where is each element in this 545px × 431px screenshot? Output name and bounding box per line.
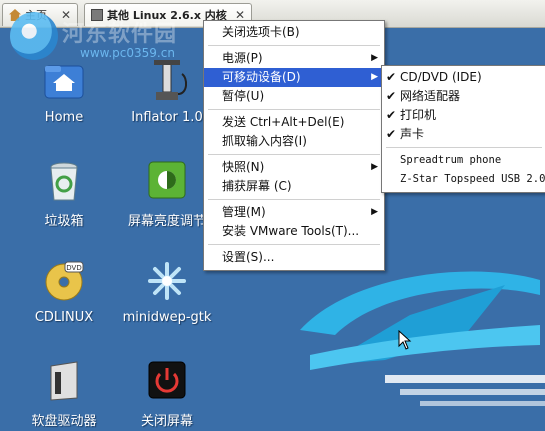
menu-item-label: 快照(N) <box>222 160 265 174</box>
menu-item-label: 可移动设备(D) <box>222 70 301 84</box>
home-folder-icon <box>41 58 87 104</box>
desktop-icon-label: Home <box>44 110 84 125</box>
menu-separator <box>386 147 542 148</box>
wallpaper-logo <box>300 271 545 406</box>
power-icon <box>144 358 190 404</box>
menu-separator <box>208 199 380 200</box>
menu-item-label: 抓取输入内容(I) <box>222 134 307 148</box>
device-sound-card[interactable]: ✔ 声卡 <box>382 125 545 144</box>
desktop-icon-floppy[interactable]: 软盘驱动器 <box>9 358 119 429</box>
menu-separator <box>208 244 380 245</box>
wifi-star-icon <box>144 258 190 304</box>
device-zstar-usb[interactable]: Z-Star Topspeed USB 2.0 ( <box>382 170 545 189</box>
menu-item-snapshot[interactable]: 快照(N) ▶ <box>204 158 384 177</box>
watermark-logo-icon <box>10 12 58 60</box>
desktop-icon-cdlinux[interactable]: DVD CDLINUX <box>9 258 119 325</box>
desktop-icon-home[interactable]: Home <box>9 58 119 125</box>
checkmark-icon: ✔ <box>386 89 397 103</box>
device-label: 网络适配器 <box>400 89 461 103</box>
vm-context-menu: 关闭选项卡(B) 电源(P) ▶ 可移动设备(D) ▶ 暂停(U) 发送 Ctrl+… <box>203 20 385 271</box>
menu-item-label: 管理(M) <box>222 205 266 219</box>
menu-item-grab-input[interactable]: 抓取输入内容(I) <box>204 132 384 151</box>
desktop-icon-label: 垃圾箱 <box>44 214 84 229</box>
desktop-icon-label: CDLINUX <box>34 310 94 325</box>
mouse-cursor-icon <box>398 330 412 350</box>
device-printer[interactable]: ✔ 打印机 <box>382 106 545 125</box>
menu-item-label: 设置(S)... <box>222 250 275 264</box>
checkmark-icon: ✔ <box>386 108 397 122</box>
device-label: 声卡 <box>400 127 425 141</box>
device-network-adapter[interactable]: ✔ 网络适配器 <box>382 87 545 106</box>
menu-item-close-tab[interactable]: 关闭选项卡(B) <box>204 23 384 42</box>
desktop-icon-label: 关闭屏幕 <box>140 414 193 429</box>
desktop-icon-trash[interactable]: 垃圾箱 <box>9 158 119 229</box>
device-label: Spreadtrum phone <box>400 154 502 166</box>
desktop-icon-label: 软盘驱动器 <box>31 414 97 429</box>
menu-item-label: 发送 Ctrl+Alt+Del(E) <box>222 115 345 129</box>
device-label: 打印机 <box>400 108 437 122</box>
device-label: CD/DVD (IDE) <box>400 70 482 84</box>
trash-icon <box>41 158 87 204</box>
inflator-pump-icon <box>144 58 190 104</box>
floppy-drive-icon <box>41 358 87 404</box>
svg-text:DVD: DVD <box>66 264 81 272</box>
device-label: Z-Star Topspeed USB 2.0 ( <box>400 173 545 185</box>
menu-item-label: 关闭选项卡(B) <box>222 25 300 39</box>
dvd-disc-icon: DVD <box>41 258 87 304</box>
checkmark-icon: ✔ <box>386 70 397 84</box>
menu-item-label: 电源(P) <box>222 51 263 65</box>
menu-item-power[interactable]: 电源(P) ▶ <box>204 49 384 68</box>
submenu-arrow-icon: ▶ <box>371 207 378 217</box>
menu-item-removable-devices[interactable]: 可移动设备(D) ▶ <box>204 68 384 87</box>
menu-separator <box>208 45 380 46</box>
menu-separator <box>208 154 380 155</box>
removable-devices-submenu: ✔ CD/DVD (IDE) ✔ 网络适配器 ✔ 打印机 ✔ 声卡 Spreadtrum… <box>381 65 545 193</box>
device-spreadtrum-phone[interactable]: Spreadtrum phone <box>382 151 545 170</box>
brightness-icon <box>144 158 190 204</box>
menu-item-install-vmware-tools[interactable]: 安装 VMware Tools(T)... <box>204 222 384 241</box>
menu-separator <box>208 109 380 110</box>
menu-item-capture-screen[interactable]: 捕获屏幕 (C) <box>204 177 384 196</box>
watermark-name: 河东软件园 <box>62 22 178 47</box>
device-cd-dvd[interactable]: ✔ CD/DVD (IDE) <box>382 68 545 87</box>
checkmark-icon: ✔ <box>386 127 397 141</box>
menu-item-label: 捕获屏幕 (C) <box>222 179 292 193</box>
menu-item-label: 安装 VMware Tools(T)... <box>222 224 360 238</box>
submenu-arrow-icon: ▶ <box>371 72 378 82</box>
menu-item-pause[interactable]: 暂停(U) <box>204 87 384 106</box>
menu-item-manage[interactable]: 管理(M) ▶ <box>204 203 384 222</box>
submenu-arrow-icon: ▶ <box>371 53 378 63</box>
menu-item-settings[interactable]: 设置(S)... <box>204 248 384 267</box>
submenu-arrow-icon: ▶ <box>371 162 378 172</box>
desktop-icon-label: minidwep-gtk <box>122 310 212 325</box>
desktop-icon-screen-off[interactable]: 关闭屏幕 <box>112 358 222 429</box>
menu-item-label: 暂停(U) <box>222 89 265 103</box>
menu-item-send-ctrl-alt-del[interactable]: 发送 Ctrl+Alt+Del(E) <box>204 113 384 132</box>
